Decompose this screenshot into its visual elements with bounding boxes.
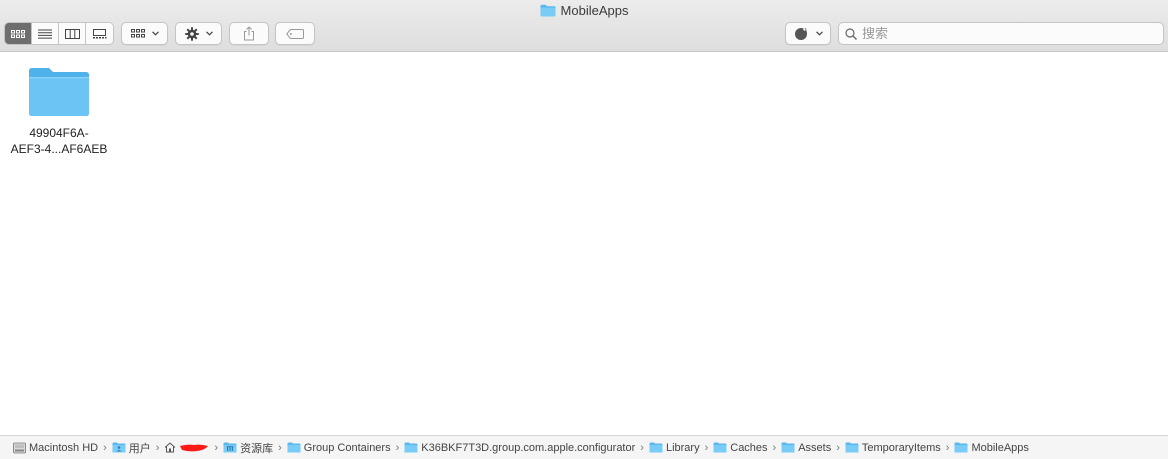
edit-tags-button[interactable]	[275, 22, 315, 45]
folder-icon	[404, 442, 418, 453]
path-separator: ›	[395, 441, 400, 454]
group-grid-icon	[130, 29, 145, 38]
path-crumb-label: 资源库	[240, 442, 274, 455]
window-title: MobileApps	[0, 1, 1168, 19]
folder-item[interactable]: 49904F6A- AEF3-4...AF6AEB	[8, 67, 110, 157]
group-by-button[interactable]	[121, 22, 168, 45]
share-icon	[244, 26, 254, 41]
path-separator: ›	[278, 441, 282, 454]
folder-item-label: 49904F6A- AEF3-4...AF6AEB	[8, 125, 110, 157]
folder-icon	[713, 442, 727, 453]
path-crumb-label: MobileApps	[971, 441, 1029, 454]
folder-icon	[781, 442, 795, 453]
share-button[interactable]	[229, 22, 269, 45]
folder-icon	[649, 442, 663, 453]
folder-icon	[540, 4, 556, 16]
folder-icon	[845, 442, 859, 453]
chevron-down-icon	[151, 31, 159, 36]
path-crumb-label: Group Containers	[303, 441, 391, 454]
toolbar: MobileApps	[0, 0, 1168, 52]
list-icon	[38, 29, 52, 39]
path-separator: ›	[155, 441, 160, 454]
tag-color-icon	[794, 28, 807, 40]
folder-item-label-line2: AEF3-4...AF6AEB	[10, 142, 108, 156]
tag-icon	[286, 28, 304, 39]
home-icon	[165, 442, 176, 453]
path-separator: ›	[103, 441, 107, 454]
columns-icon	[64, 28, 80, 39]
path-crumb-label: 用户	[128, 442, 151, 455]
path-crumb-configurator-group[interactable]: K36BKF7T3D.group.com.apple.configurator	[404, 442, 635, 454]
path-crumb-home[interactable]	[164, 442, 209, 453]
path-separator: ›	[945, 441, 950, 454]
redaction-mark	[180, 444, 209, 451]
path-crumb-caches[interactable]: Caches	[713, 441, 768, 454]
path-crumb-label: K36BKF7T3D.group.com.apple.configurator	[421, 441, 636, 454]
gear-icon	[184, 26, 199, 41]
path-crumb-label: Macintosh HD	[29, 441, 99, 454]
file-browser-content: 49904F6A- AEF3-4...AF6AEB	[0, 53, 1168, 435]
action-button[interactable]	[175, 22, 222, 45]
chevron-down-icon	[205, 31, 213, 36]
search-input[interactable]	[862, 26, 1142, 41]
folder-item-label-line1: 49904F6A-	[29, 126, 89, 140]
folder-icon	[29, 68, 89, 116]
search-field[interactable]	[838, 22, 1164, 45]
library-folder-icon	[223, 442, 237, 453]
path-crumb-users[interactable]: 用户	[112, 440, 151, 456]
search-icon	[845, 27, 857, 40]
column-view-button[interactable]	[59, 23, 86, 44]
list-view-button[interactable]	[32, 23, 59, 44]
path-bar: Macintosh HD › 用户 › › 资源库 › Group Contai…	[0, 435, 1168, 459]
view-mode-control	[4, 22, 114, 45]
window-title-text: MobileApps	[560, 2, 629, 18]
tags-menu-button[interactable]	[785, 22, 831, 45]
path-crumb-temporary-items[interactable]: TemporaryItems	[845, 442, 941, 454]
folder-icon	[954, 442, 968, 453]
path-separator: ›	[772, 441, 777, 454]
path-separator: ›	[836, 441, 840, 454]
path-crumb-label: TemporaryItems	[861, 441, 941, 454]
gallery-view-button[interactable]	[86, 23, 113, 44]
path-crumb-group-containers[interactable]: Group Containers	[287, 442, 391, 454]
gallery-icon	[93, 28, 107, 38]
users-folder-icon	[112, 442, 126, 453]
chevron-down-icon	[815, 31, 823, 36]
grid-icon	[11, 29, 25, 38]
hard-drive-icon	[13, 442, 26, 453]
path-crumb-assets[interactable]: Assets	[781, 442, 831, 454]
path-separator: ›	[640, 441, 644, 454]
path-separator: ›	[214, 441, 219, 454]
path-crumb-library-cn[interactable]: 资源库	[223, 440, 273, 456]
icon-view-button[interactable]	[5, 23, 32, 44]
path-crumb-label: Assets	[798, 441, 832, 454]
path-separator: ›	[704, 441, 709, 454]
path-crumb-label: Library	[665, 441, 700, 454]
path-crumb-label: Caches	[730, 441, 768, 454]
folder-icon	[287, 442, 301, 453]
path-crumb-macintosh-hd[interactable]: Macintosh HD	[13, 442, 98, 454]
path-crumb-library[interactable]: Library	[649, 442, 700, 454]
path-crumb-mobileapps[interactable]: MobileApps	[954, 441, 1029, 454]
